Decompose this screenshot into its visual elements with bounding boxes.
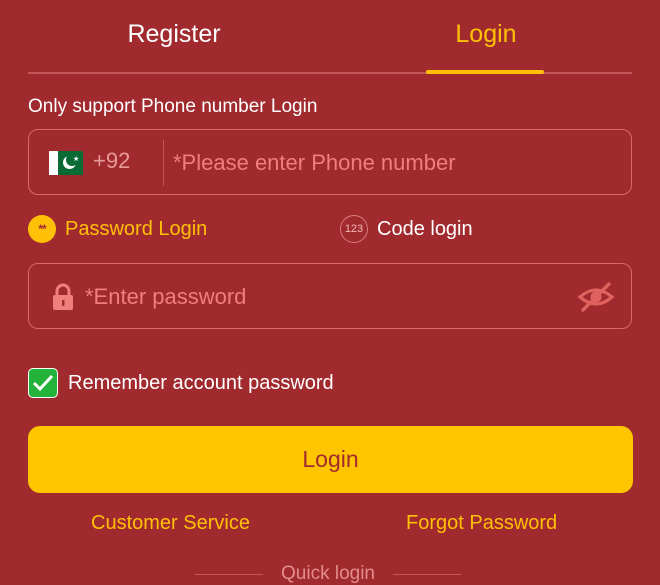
tab-register[interactable]: Register: [94, 0, 254, 74]
password-login-label: Password Login: [65, 217, 208, 240]
code-login-label: Code login: [377, 217, 473, 240]
phone-field[interactable]: ★ +92: [28, 129, 632, 195]
login-hint: Only support Phone number Login: [28, 96, 318, 117]
forgot-password-link[interactable]: Forgot Password: [406, 512, 557, 535]
phone-input[interactable]: [173, 140, 613, 186]
divider-line-left: [195, 573, 263, 575]
login-page: Register Login Only support Phone number…: [0, 0, 660, 585]
remember-checkbox[interactable]: [28, 368, 58, 398]
password-input[interactable]: [85, 274, 565, 320]
password-field[interactable]: [28, 263, 632, 329]
phone-divider: [163, 140, 164, 186]
quick-login-label: Quick login: [281, 563, 375, 584]
active-tab-indicator: [426, 70, 544, 74]
password-login-option[interactable]: ** Password Login: [28, 213, 207, 245]
quick-login-divider: Quick login: [190, 562, 466, 585]
pakistan-flag-icon: ★: [49, 151, 83, 175]
country-code[interactable]: +92: [93, 148, 130, 174]
code-login-option[interactable]: 123 Code login: [340, 213, 473, 245]
remember-label: Remember account password: [68, 371, 334, 394]
password-dots-icon: **: [28, 215, 56, 243]
remember-password[interactable]: Remember account password: [28, 367, 334, 399]
auth-tabs: Register Login: [28, 0, 632, 74]
eye-slash-icon[interactable]: [577, 281, 615, 313]
code-123-icon: 123: [340, 215, 368, 243]
lock-icon: [53, 283, 73, 310]
checkmark-icon: [32, 374, 54, 392]
tab-login[interactable]: Login: [406, 0, 566, 74]
divider-line-right: [393, 573, 461, 575]
login-button[interactable]: Login: [28, 426, 633, 493]
customer-service-link[interactable]: Customer Service: [91, 512, 250, 535]
